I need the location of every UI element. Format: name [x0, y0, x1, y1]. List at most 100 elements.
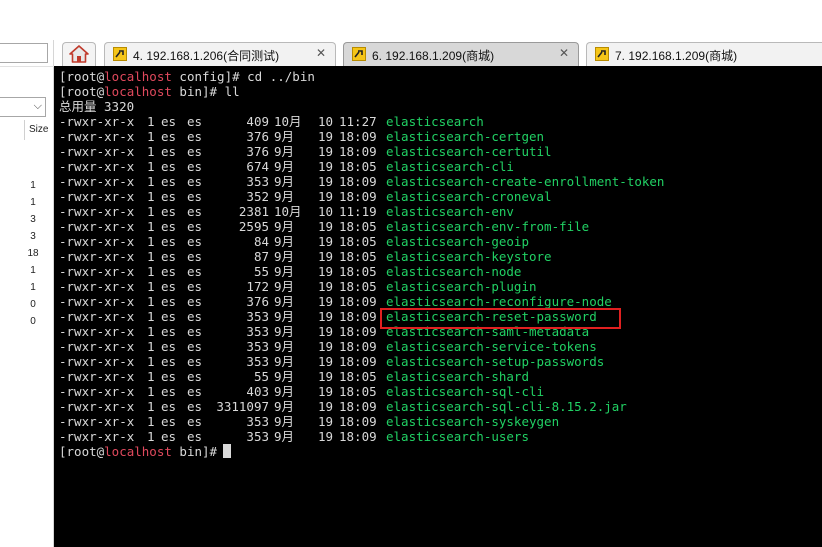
file-group: es: [187, 144, 203, 159]
path-input[interactable]: [0, 43, 48, 63]
size-column-header[interactable]: Size: [29, 124, 48, 135]
file-row: -rwxr-xr-x 1 es es 87 9月 19 18:05 elasticsearch-…: [59, 249, 819, 264]
file-day: 19: [317, 309, 333, 324]
file-group: es: [187, 384, 203, 399]
file-link-count: 1: [147, 309, 155, 324]
prompt-command: config]# cd ../bin: [171, 69, 315, 84]
file-link-count: 1: [147, 414, 155, 429]
file-time: 18:05: [339, 264, 377, 279]
file-permissions: -rwxr-xr-x: [59, 204, 135, 219]
terminal-output[interactable]: [root@localhost config]# cd ../bin [root…: [54, 66, 822, 547]
file-name: elasticsearch-service-tokens: [386, 339, 597, 354]
file-name: elasticsearch-plugin: [386, 279, 537, 294]
prompt-prefix: [root@: [59, 69, 105, 84]
file-permissions: -rwxr-xr-x: [59, 429, 135, 444]
file-permissions: -rwxr-xr-x: [59, 399, 135, 414]
tab-label: 7. 192.168.1.209(商城): [615, 49, 738, 63]
file-time: 18:09: [339, 174, 377, 189]
file-name: elasticsearch-env: [386, 204, 514, 219]
file-day: 19: [317, 129, 333, 144]
file-link-count: 1: [147, 279, 155, 294]
file-name: elasticsearch-sql-cli: [386, 384, 545, 399]
file-group: es: [187, 264, 203, 279]
prompt-command: bin]# ll: [171, 84, 240, 99]
file-size: 2595: [238, 219, 269, 234]
file-permissions: -rwxr-xr-x: [59, 369, 135, 384]
tab-session-6[interactable]: 6. 192.168.1.209(商城) ✕: [343, 42, 579, 66]
file-group: es: [187, 339, 203, 354]
tab-label: 6. 192.168.1.209(商城): [372, 49, 495, 63]
file-name: elasticsearch-certgen: [386, 129, 545, 144]
ssh-session-icon: [352, 47, 366, 61]
file-day: 19: [317, 159, 333, 174]
size-value: 0: [30, 299, 36, 310]
file-name: elasticsearch-keystore: [386, 249, 552, 264]
file-time: 18:09: [339, 294, 377, 309]
file-time: 18:09: [339, 414, 377, 429]
file-day: 19: [317, 219, 333, 234]
file-link-count: 1: [147, 204, 155, 219]
file-name: elasticsearch-reconfigure-node: [386, 294, 612, 309]
file-name: elasticsearch-create-enrollment-token: [386, 174, 665, 189]
file-permissions: -rwxr-xr-x: [59, 309, 135, 324]
file-day: 19: [317, 429, 333, 444]
ssh-session-icon: [595, 47, 609, 61]
file-owner: es: [161, 429, 177, 444]
size-value: 1: [30, 265, 36, 276]
file-owner: es: [161, 399, 177, 414]
file-size: 376: [246, 129, 269, 144]
file-row: -rwxr-xr-x 1 es es 353 9月 19 18:09 elasticsearch…: [59, 429, 819, 444]
filter-select[interactable]: ⌵: [0, 97, 46, 117]
file-month: 9月: [274, 174, 295, 189]
file-permissions: -rwxr-xr-x: [59, 279, 135, 294]
file-day: 19: [317, 279, 333, 294]
file-name: elasticsearch-certutil: [386, 144, 552, 159]
file-day: 19: [317, 324, 333, 339]
prompt-command: bin]#: [171, 444, 218, 459]
panel-divider: [0, 66, 54, 67]
tab-session-4[interactable]: 4. 192.168.1.206(合同测试) ✕: [104, 42, 336, 66]
size-value: 1: [30, 180, 36, 191]
file-month: 9月: [274, 249, 295, 264]
file-group: es: [187, 354, 203, 369]
file-owner: es: [161, 249, 177, 264]
file-name: elasticsearch-node: [386, 264, 522, 279]
size-value: 3: [30, 214, 36, 225]
file-row: -rwxr-xr-x 1 es es 2381 10月 10 11:19 elasticsear…: [59, 204, 819, 219]
file-size: 353: [246, 339, 269, 354]
file-month: 9月: [274, 189, 295, 204]
file-owner: es: [161, 204, 177, 219]
file-name: elasticsearch: [386, 114, 484, 129]
close-icon[interactable]: ✕: [316, 46, 326, 60]
prompt-prefix: [root@: [59, 84, 105, 99]
file-permissions: -rwxr-xr-x: [59, 129, 135, 144]
file-row: -rwxr-xr-x 1 es es 2595 9月 19 18:05 elasticsearc…: [59, 219, 819, 234]
file-group: es: [187, 399, 203, 414]
file-link-count: 1: [147, 294, 155, 309]
file-group: es: [187, 429, 203, 444]
close-icon[interactable]: ✕: [559, 46, 569, 60]
file-size: 55: [253, 369, 269, 384]
file-link-count: 1: [147, 129, 155, 144]
size-value: 0: [30, 316, 36, 327]
tab-label: 4. 192.168.1.206(合同测试): [133, 49, 280, 63]
size-value: 18: [27, 248, 39, 259]
file-link-count: 1: [147, 354, 155, 369]
file-size: 55: [253, 264, 269, 279]
file-size: 353: [246, 324, 269, 339]
file-size: 353: [246, 309, 269, 324]
terminal-cursor: [223, 444, 232, 458]
home-tab[interactable]: [62, 42, 96, 66]
file-size: 353: [246, 414, 269, 429]
file-size: 403: [246, 384, 269, 399]
chevron-down-icon: ⌵: [33, 99, 42, 112]
file-time: 18:09: [339, 309, 377, 324]
highlight-annotation-box: [380, 308, 621, 329]
file-day: 19: [317, 234, 333, 249]
tab-session-7[interactable]: 7. 192.168.1.209(商城): [586, 42, 822, 66]
file-link-count: 1: [147, 339, 155, 354]
file-permissions: -rwxr-xr-x: [59, 234, 135, 249]
file-group: es: [187, 114, 203, 129]
file-permissions: -rwxr-xr-x: [59, 174, 135, 189]
file-month: 9月: [274, 339, 295, 354]
